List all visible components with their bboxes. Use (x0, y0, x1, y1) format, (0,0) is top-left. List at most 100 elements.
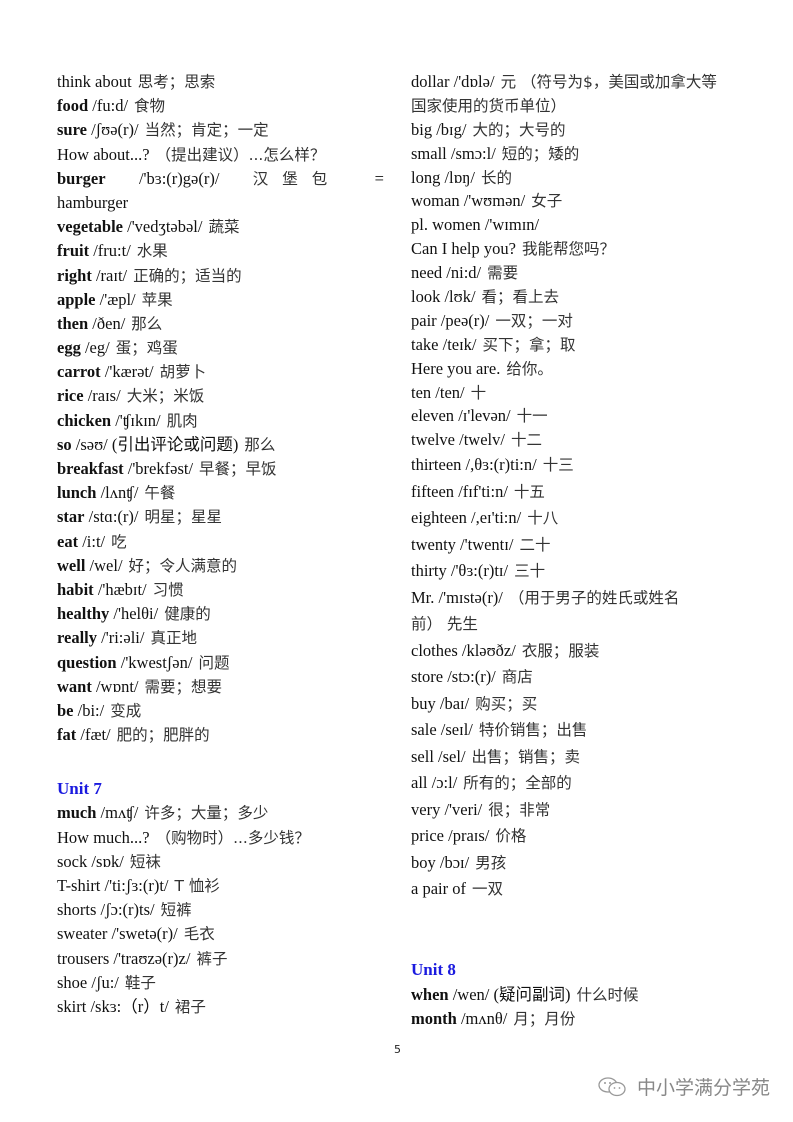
entry-phonetic: /skɜ:（r）t/ (90, 996, 169, 1016)
vocab-entry: egg /eg/蛋；鸡蛋 (57, 336, 387, 360)
entry-meaning: 特价销售；出售 (478, 721, 588, 740)
vocab-entry: rice /raɪs/大米；米饭 (57, 384, 387, 408)
entry-phonetic: /kləʊðz/ (461, 640, 516, 660)
vocab-entry: clothes /kləʊðz/衣服；服装 (411, 638, 741, 665)
vocab-entry: sock /sɒk/短袜 (57, 850, 387, 874)
vocab-entry: shorts /ʃɔ:(r)ts/短裤 (57, 898, 387, 922)
vocab-entry: fruit /fru:t/水果 (57, 239, 387, 263)
entry-word: sure (57, 120, 87, 140)
entry-word: eat (57, 531, 79, 551)
entry-meaning: 鞋子 (124, 973, 156, 992)
entry-word: when (411, 985, 449, 1005)
entry-word: skirt (57, 996, 87, 1016)
vocab-entry: need /ni:d/需要 (411, 261, 741, 285)
page-number: 5 (394, 1043, 401, 1056)
entry-meaning: 那么 (244, 435, 276, 454)
entry-phonetic: /'swetə(r)/ (111, 924, 178, 944)
entry-meaning: 长的 (481, 168, 513, 187)
vocab-entry: well /wel/好；令人满意的 (57, 554, 387, 578)
entry-phonetic: /ðen/ (92, 313, 126, 333)
entry-word: boy (411, 852, 436, 872)
entry-word: How much...? (57, 827, 150, 847)
wechat-icon (598, 1076, 626, 1096)
vocab-entry: skirt /skɜ:（r）t/裙子 (57, 995, 387, 1019)
vocab-entry: eleven /ɪ'levən/十一 (411, 404, 741, 428)
entry-word: thirteen (411, 455, 462, 475)
entry-phonetic: /'helθi/ (113, 604, 159, 624)
vocab-entry: How about...? （提出建议）...怎么样？ (57, 143, 387, 167)
vocab-entry: shoe /ʃu:/ 鞋子 (57, 971, 387, 995)
entry-phonetic: /twelv/ (459, 430, 505, 450)
entry-meaning: （购物时）...多少钱？ (155, 828, 310, 847)
entry-meaning: 食物 (134, 97, 166, 116)
vocab-entry: pl. women /'wɪmɪn/ (411, 213, 741, 237)
entry-word: small (411, 143, 447, 163)
entry-word: look (411, 287, 441, 307)
entry-phonetic: /ʃu:/ (91, 972, 119, 992)
entry-word: shorts (57, 900, 97, 920)
entry-meaning: 短的；矮的 (501, 144, 580, 163)
entry-phonetic: /'wʊmən/ (463, 191, 526, 211)
entry-word: dollar (411, 72, 450, 91)
entry-phonetic: /fru:t/ (93, 241, 131, 261)
vocab-entry: boy /bɔɪ/男孩 (411, 850, 741, 877)
entry-meaning: 月；月份 (513, 1010, 576, 1029)
vocab-entry: sweater /'swetə(r)/ 毛衣 (57, 922, 387, 946)
entry-meaning: 看；看上去 (481, 288, 560, 307)
entry-word: shoe (57, 972, 88, 992)
entry-word: thirty (411, 561, 447, 581)
entry-phonetic: /lʌnʧ/ (100, 483, 139, 503)
entry-meaning: 问题 (198, 653, 230, 672)
entry-phonetic: /ʃʊə(r)/ (91, 120, 139, 140)
vocab-entry: pair /peə(r)/ 一双；一对 (411, 309, 741, 333)
vocab-entry: thirteen /,θɜ:(r)ti:n/十三 (411, 452, 741, 479)
entry-phonetic: /'ti:ʃɜ:(r)t/ (104, 876, 169, 895)
vocab-entry: so /səʊ/ (引出评论或问题) 那么 (57, 433, 387, 457)
vocab-entry: store /stɔ:(r)/ 商店 (411, 664, 741, 691)
entry-meaning: 出售；销售；卖 (471, 747, 581, 766)
vocab-entry: all /ɔ:l/所有的；全部的 (411, 770, 741, 797)
vocab-entry: then /ðen/那么 (57, 312, 387, 336)
unit-heading: Unit 8 (411, 959, 456, 979)
entry-phonetic: /'traʊzə(r)z/ (113, 948, 191, 968)
entry-phonetic: /bi:/ (77, 700, 105, 720)
vocab-entry: woman /'wʊmən/女子 (411, 189, 741, 213)
entry-phonetic: /stɔ:(r)/ (447, 667, 496, 687)
vocab-entry: How much...? （购物时）...多少钱？ (57, 826, 387, 850)
vocab-entry: be /bi:/ 变成 (57, 699, 387, 723)
entry-phonetic: /ɪ'levən/ (458, 406, 511, 426)
vocab-entry: small /smɔ:l/短的；矮的 (411, 142, 741, 166)
entry-phonetic: /wen/ (疑问副词) (452, 985, 571, 1005)
entry-meaning: 真正地 (150, 629, 197, 648)
entry-phonetic: /ʃɔ:(r)ts/ (100, 900, 155, 920)
vocab-entry: sale /seɪl/特价销售；出售 (411, 717, 741, 744)
vocab-entry: Can I help you? 我能帮您吗？ (411, 237, 741, 261)
entry-meaning: 思考；思索 (137, 73, 216, 91)
entry-word: eighteen (411, 508, 467, 528)
entry-meaning: 十 (470, 383, 487, 402)
entry-meaning: 明星；星星 (144, 508, 223, 527)
entry-word: eleven (411, 406, 455, 426)
entry-word: much (57, 803, 97, 823)
entry-word: twenty (411, 534, 456, 554)
entry-phonetic: /bɪg/ (436, 119, 467, 139)
vocab-entry-continuation: hamburger (57, 191, 387, 215)
entry-phonetic: /ɔ:l/ (431, 773, 458, 793)
entry-phonetic: /praɪs/ (448, 826, 490, 846)
entry-phonetic: /lɒŋ/ (444, 167, 476, 187)
vocab-entry: buy /baɪ/购买；买 (411, 691, 741, 718)
entry-word: be (57, 700, 74, 720)
entry-meaning: 元 （符号为$，美国或加拿大等 (500, 73, 717, 91)
entry-word: food (57, 96, 89, 116)
vocab-entry: food /fu:d/食物 (57, 94, 387, 118)
entry-phonetic: /smɔ:l/ (450, 143, 496, 163)
entry-word: take (411, 334, 439, 354)
entry-continuation: hamburger (57, 192, 129, 212)
entry-word: pl. women (411, 215, 481, 235)
vocab-entry: eighteen /,eɪ'ti:n/十八 (411, 505, 741, 532)
entry-word: T-shirt (57, 876, 101, 895)
entry-meaning: 十八 (527, 509, 559, 528)
entry-meaning: 好；令人满意的 (128, 556, 238, 575)
right-column: dollar /'dɒlə/元 （符号为$，美国或加拿大等 国家使用的货币单位） b… (411, 70, 741, 1031)
